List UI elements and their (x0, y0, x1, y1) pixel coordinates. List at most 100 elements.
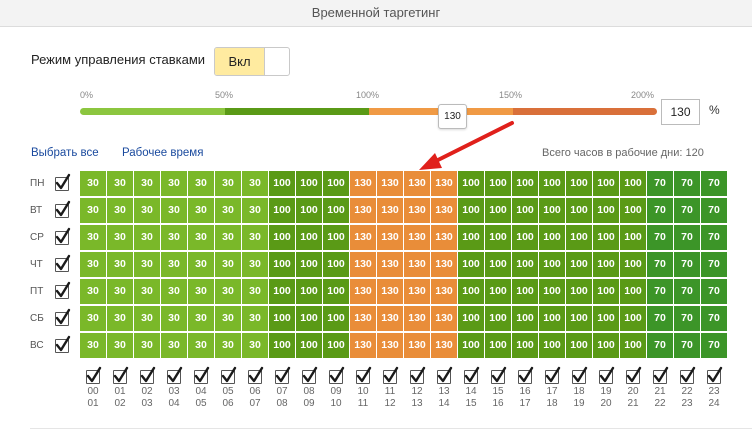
hour-cell[interactable]: 30 (80, 225, 106, 250)
hour-cell[interactable]: 130 (377, 333, 403, 358)
hour-cell[interactable]: 130 (431, 306, 457, 331)
hour-checkbox[interactable] (680, 366, 696, 384)
hour-cell[interactable]: 100 (566, 306, 592, 331)
hour-cell[interactable]: 100 (620, 198, 646, 223)
hour-checkbox[interactable] (626, 366, 642, 384)
hour-cell[interactable]: 30 (161, 198, 187, 223)
hour-checkbox[interactable] (302, 366, 318, 384)
hour-cell[interactable]: 70 (701, 198, 727, 223)
hour-cell[interactable]: 130 (431, 252, 457, 277)
hour-cell[interactable]: 100 (620, 252, 646, 277)
hour-cell[interactable]: 100 (566, 225, 592, 250)
hour-checkbox[interactable] (464, 366, 480, 384)
hour-cell[interactable]: 100 (269, 171, 295, 196)
work-time-link[interactable]: Рабочее время (122, 147, 203, 159)
hour-cell[interactable]: 130 (377, 279, 403, 304)
hour-cell[interactable]: 100 (539, 306, 565, 331)
hour-cell[interactable]: 130 (350, 306, 376, 331)
hour-cell[interactable]: 100 (323, 333, 349, 358)
hour-cell[interactable]: 130 (404, 252, 430, 277)
hour-cell[interactable]: 70 (674, 198, 700, 223)
bid-mode-toggle[interactable]: Вкл (214, 47, 290, 76)
hour-cell[interactable]: 100 (593, 225, 619, 250)
hour-cell[interactable]: 70 (647, 171, 673, 196)
hour-cell[interactable]: 70 (674, 333, 700, 358)
hour-cell[interactable]: 100 (323, 252, 349, 277)
hour-cell[interactable]: 30 (215, 306, 241, 331)
hour-checkbox[interactable] (383, 366, 399, 384)
hour-cell[interactable]: 30 (188, 225, 214, 250)
select-all-link[interactable]: Выбрать все (31, 147, 99, 159)
hour-checkbox[interactable] (356, 366, 372, 384)
hour-cell[interactable]: 130 (377, 252, 403, 277)
hour-cell[interactable]: 100 (458, 198, 484, 223)
hour-cell[interactable]: 70 (674, 279, 700, 304)
hour-checkbox[interactable] (707, 366, 723, 384)
hour-cell[interactable]: 100 (458, 252, 484, 277)
hour-cell[interactable]: 100 (539, 225, 565, 250)
hour-cell[interactable]: 100 (323, 171, 349, 196)
hour-cell[interactable]: 30 (80, 333, 106, 358)
hour-cell[interactable]: 30 (134, 306, 160, 331)
hour-cell[interactable]: 30 (242, 333, 268, 358)
hour-cell[interactable]: 30 (215, 333, 241, 358)
hour-cell[interactable]: 100 (485, 306, 511, 331)
hour-cell[interactable]: 30 (161, 306, 187, 331)
hour-cell[interactable]: 130 (431, 279, 457, 304)
hour-checkbox[interactable] (221, 366, 237, 384)
hour-checkbox[interactable] (545, 366, 561, 384)
hour-cell[interactable]: 100 (620, 333, 646, 358)
hour-cell[interactable]: 30 (107, 333, 133, 358)
bid-coefficient-slider[interactable] (80, 108, 657, 115)
hour-cell[interactable]: 100 (566, 198, 592, 223)
hour-cell[interactable]: 100 (296, 306, 322, 331)
hour-cell[interactable]: 70 (701, 252, 727, 277)
hour-checkbox[interactable] (248, 366, 264, 384)
hour-cell[interactable]: 100 (566, 279, 592, 304)
hour-cell[interactable]: 30 (134, 252, 160, 277)
hour-cell[interactable]: 30 (242, 306, 268, 331)
hour-cell[interactable]: 30 (161, 279, 187, 304)
hour-cell[interactable]: 100 (296, 198, 322, 223)
hour-cell[interactable]: 30 (188, 252, 214, 277)
hour-cell[interactable]: 130 (377, 171, 403, 196)
hour-cell[interactable]: 130 (350, 225, 376, 250)
hour-cell[interactable]: 100 (539, 171, 565, 196)
hour-cell[interactable]: 100 (539, 333, 565, 358)
hour-cell[interactable]: 100 (566, 171, 592, 196)
day-checkbox[interactable] (55, 227, 71, 245)
hour-cell[interactable]: 100 (296, 279, 322, 304)
hour-cell[interactable]: 130 (431, 171, 457, 196)
hour-cell[interactable]: 100 (458, 306, 484, 331)
hour-cell[interactable]: 100 (512, 252, 538, 277)
hour-cell[interactable]: 100 (593, 198, 619, 223)
hour-cell[interactable]: 130 (350, 198, 376, 223)
hour-cell[interactable]: 70 (647, 225, 673, 250)
hour-cell[interactable]: 100 (269, 225, 295, 250)
hour-cell[interactable]: 130 (350, 252, 376, 277)
hour-cell[interactable]: 100 (512, 306, 538, 331)
hour-cell[interactable]: 100 (566, 333, 592, 358)
hour-cell[interactable]: 70 (647, 306, 673, 331)
hour-cell[interactable]: 70 (647, 333, 673, 358)
hour-cell[interactable]: 70 (647, 279, 673, 304)
hour-cell[interactable]: 100 (296, 171, 322, 196)
hour-cell[interactable]: 30 (161, 252, 187, 277)
hour-cell[interactable]: 130 (404, 333, 430, 358)
hour-cell[interactable]: 30 (215, 279, 241, 304)
day-checkbox[interactable] (55, 308, 71, 326)
hour-cell[interactable]: 30 (80, 198, 106, 223)
hour-checkbox[interactable] (329, 366, 345, 384)
hour-checkbox[interactable] (275, 366, 291, 384)
hour-cell[interactable]: 130 (404, 279, 430, 304)
hour-cell[interactable]: 70 (647, 252, 673, 277)
hour-cell[interactable]: 100 (539, 252, 565, 277)
hour-cell[interactable]: 100 (593, 252, 619, 277)
hour-cell[interactable]: 130 (377, 225, 403, 250)
hour-cell[interactable]: 30 (242, 252, 268, 277)
hour-cell[interactable]: 30 (107, 252, 133, 277)
hour-cell[interactable]: 100 (296, 333, 322, 358)
hour-cell[interactable]: 30 (134, 198, 160, 223)
day-checkbox[interactable] (55, 335, 71, 353)
hour-cell[interactable]: 100 (620, 225, 646, 250)
